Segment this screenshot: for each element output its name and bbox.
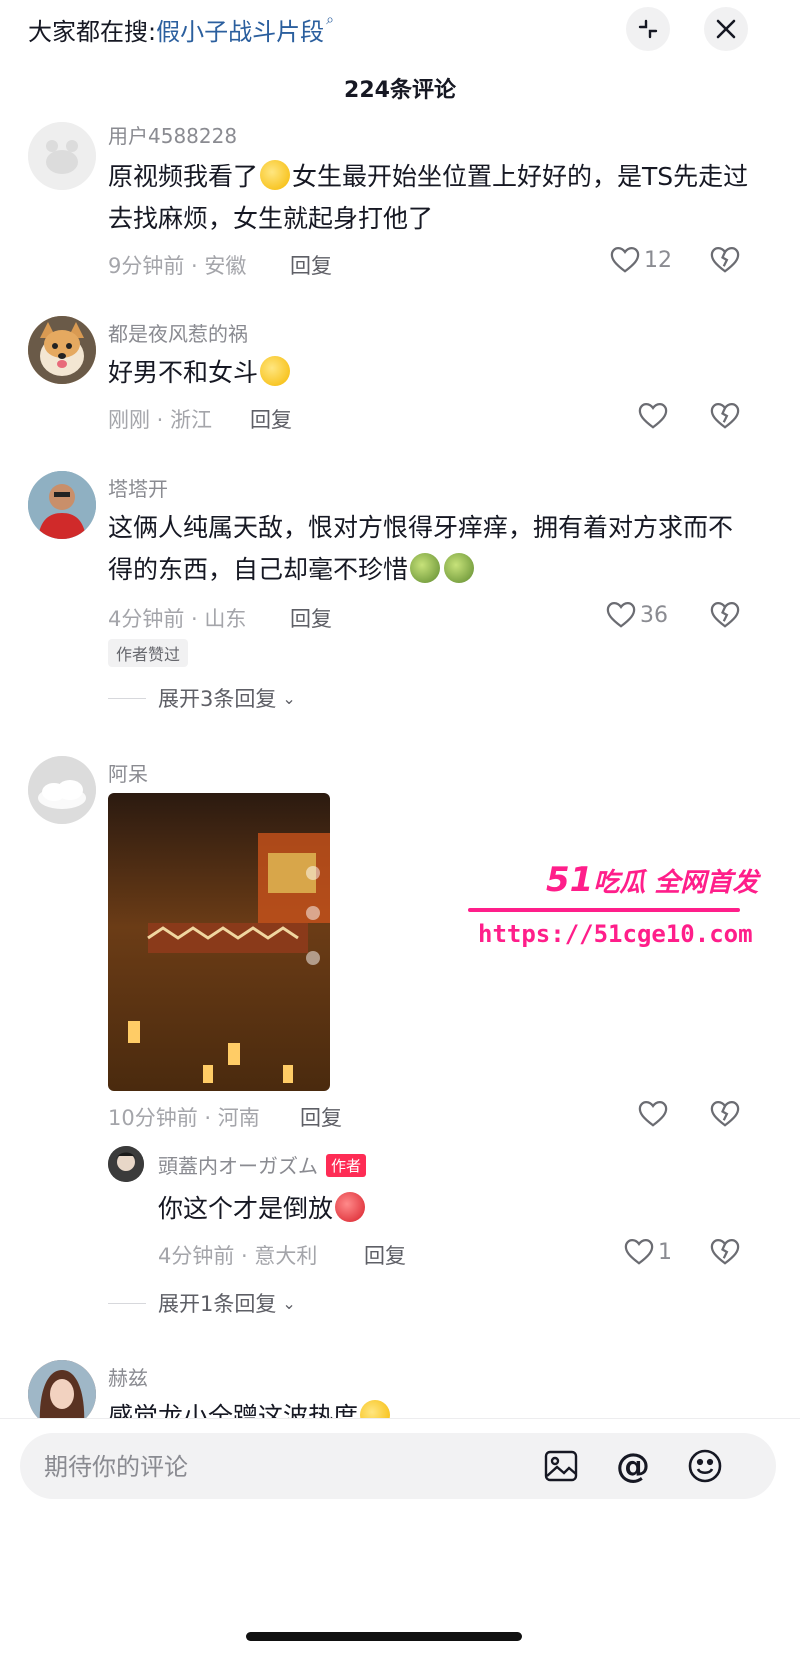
comment-time-location: 刚刚 · 浙江 bbox=[108, 408, 213, 432]
broken-heart-icon bbox=[710, 402, 740, 429]
watermark-divider bbox=[468, 908, 740, 912]
home-indicator[interactable] bbox=[246, 1632, 522, 1641]
like-button[interactable]: 36 bbox=[606, 601, 668, 629]
avatar[interactable] bbox=[28, 122, 96, 190]
comment-time-location: 10分钟前 · 河南 bbox=[108, 1106, 260, 1130]
like-button[interactable] bbox=[638, 402, 668, 430]
watermark: 51吃瓜 全网首发 https://51cge10.com bbox=[468, 860, 768, 960]
reply-button[interactable]: 回复 bbox=[290, 603, 332, 633]
avatar[interactable] bbox=[28, 471, 96, 539]
watermark-title: 51吃瓜 全网首发 bbox=[546, 860, 758, 900]
comment-text: 原视频我看了 女生最开始坐位置上好好的，是TS先走过去找麻烦，女生就起身打他了 bbox=[108, 156, 758, 240]
anime-avatar-icon bbox=[108, 1146, 144, 1182]
reply-button[interactable]: 回复 bbox=[250, 404, 292, 434]
dislike-button[interactable] bbox=[710, 402, 740, 434]
search-icon: ⌕ bbox=[326, 12, 334, 28]
dislike-button[interactable] bbox=[710, 601, 740, 633]
reply-text-part: 你这个才是倒放 bbox=[158, 1194, 334, 1223]
reply-username[interactable]: 頭蓋内オーガズム bbox=[158, 1154, 318, 1178]
comment-input[interactable] bbox=[42, 1433, 526, 1501]
reply-button[interactable]: 回复 bbox=[364, 1240, 406, 1270]
reply-time-location: 4分钟前 · 意大利 bbox=[158, 1244, 318, 1268]
comment-text-part: 原视频我看了 bbox=[108, 162, 259, 191]
expand-replies-label: 展开1条回复 bbox=[158, 1292, 277, 1316]
reply-button[interactable]: 回复 bbox=[290, 250, 332, 280]
chevron-down-icon: ⌄ bbox=[282, 1293, 296, 1313]
comment-input-container: @ bbox=[20, 1433, 776, 1501]
comment-username[interactable]: 阿呆 bbox=[108, 758, 148, 787]
broken-heart-icon bbox=[710, 246, 740, 273]
heart-icon bbox=[638, 402, 668, 429]
author-liked-badge: 作者赞过 bbox=[108, 639, 189, 667]
soldier-emoji-icon bbox=[444, 553, 475, 583]
heart-icon bbox=[606, 601, 636, 628]
expand-replies-label: 展开3条回复 bbox=[158, 687, 277, 711]
cloud-avatar-icon bbox=[28, 756, 96, 824]
comment-text: 好男不和女斗 bbox=[108, 352, 758, 394]
dislike-button[interactable] bbox=[710, 246, 740, 278]
close-icon bbox=[716, 19, 736, 39]
divider bbox=[108, 697, 146, 699]
emoji-button[interactable] bbox=[686, 1447, 724, 1485]
comment-username[interactable]: 赫兹 bbox=[108, 1362, 148, 1391]
avatar[interactable] bbox=[108, 1146, 144, 1182]
like-button[interactable] bbox=[638, 1100, 668, 1128]
avatar[interactable] bbox=[28, 756, 96, 824]
comment-time-location: 4分钟前 · 山东 bbox=[108, 607, 247, 631]
reply-username-row: 頭蓋内オーガズム 作者 bbox=[158, 1150, 367, 1179]
broken-heart-icon bbox=[710, 1238, 740, 1265]
comment-username[interactable]: 用户4588228 bbox=[108, 120, 237, 149]
reply-text: 你这个才是倒放 bbox=[158, 1188, 718, 1230]
reply-button[interactable]: 回复 bbox=[300, 1102, 342, 1132]
broken-heart-icon bbox=[710, 601, 740, 628]
soldier-emoji-icon bbox=[410, 553, 441, 583]
comment-username[interactable]: 都是夜风惹的祸 bbox=[108, 318, 248, 347]
like-count: 1 bbox=[658, 1239, 672, 1265]
like-button[interactable]: 1 bbox=[624, 1238, 672, 1266]
comment-time-location: 9分钟前 · 安徽 bbox=[108, 254, 247, 278]
trending-search-link[interactable]: 大家都在搜:假小子战斗片段 ⌕ bbox=[28, 12, 334, 47]
avatar[interactable] bbox=[28, 316, 96, 384]
divider bbox=[108, 1302, 146, 1304]
at-sign-icon: @ bbox=[616, 1446, 650, 1486]
image-picker-button[interactable] bbox=[542, 1447, 580, 1485]
heart-icon bbox=[638, 1100, 668, 1127]
comment-username[interactable]: 塔塔开 bbox=[108, 473, 168, 502]
watermark-brand-text: 吃瓜 全网首发 bbox=[593, 868, 759, 898]
dislike-button[interactable] bbox=[710, 1100, 740, 1132]
author-badge: 作者 bbox=[326, 1154, 367, 1177]
expand-replies-button[interactable]: 展开1条回复 ⌄ bbox=[108, 1288, 296, 1318]
heart-icon bbox=[624, 1238, 654, 1265]
thinking-emoji-icon bbox=[260, 356, 291, 386]
comment-count: 224条评论 bbox=[344, 78, 456, 103]
dog-avatar-icon bbox=[28, 316, 96, 384]
collapse-icon bbox=[638, 19, 658, 39]
comment-text: 这俩人纯属天敌，恨对方恨得牙痒痒，拥有着对方求而不得的东西，自己却毫不珍惜 bbox=[108, 507, 738, 591]
default-avatar-icon bbox=[28, 122, 96, 190]
image-icon bbox=[544, 1450, 578, 1482]
broken-heart-icon bbox=[710, 1100, 740, 1127]
angry-emoji-icon bbox=[335, 1192, 366, 1222]
like-count: 12 bbox=[644, 247, 672, 273]
smiley-icon bbox=[688, 1449, 722, 1483]
person-avatar-icon bbox=[28, 471, 96, 539]
chevron-down-icon: ⌄ bbox=[282, 688, 296, 708]
heart-icon bbox=[610, 246, 640, 273]
collapse-button[interactable] bbox=[626, 7, 670, 51]
like-count: 36 bbox=[640, 602, 668, 628]
close-button[interactable] bbox=[704, 7, 748, 51]
trending-search-label: 大家都在搜: bbox=[28, 18, 157, 46]
video-frame-image bbox=[108, 793, 330, 1091]
watermark-number: 51 bbox=[546, 860, 594, 900]
comment-video-thumbnail[interactable] bbox=[108, 793, 330, 1091]
expand-replies-button[interactable]: 展开3条回复 ⌄ bbox=[108, 683, 296, 713]
trending-search-query[interactable]: 假小子战斗片段 bbox=[156, 18, 324, 46]
thinking-emoji-icon bbox=[260, 160, 291, 190]
top-bar: 大家都在搜:假小子战斗片段 ⌕ bbox=[0, 0, 800, 60]
mention-button[interactable]: @ bbox=[614, 1446, 652, 1486]
like-button[interactable]: 12 bbox=[610, 246, 672, 274]
watermark-url: https://51cge10.com bbox=[478, 920, 753, 948]
dislike-button[interactable] bbox=[710, 1238, 740, 1270]
comment-text-part: 好男不和女斗 bbox=[108, 358, 259, 387]
